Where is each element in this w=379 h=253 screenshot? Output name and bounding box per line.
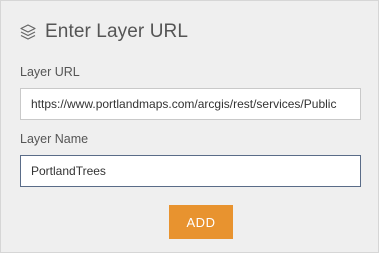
panel-header: Enter Layer URL: [19, 19, 188, 45]
layer-url-label: Layer URL: [20, 65, 80, 79]
layer-url-input[interactable]: [20, 88, 361, 120]
add-button[interactable]: ADD: [169, 205, 233, 239]
layer-name-input[interactable]: [20, 155, 361, 187]
layers-icon: [19, 23, 37, 41]
panel-title: Enter Layer URL: [45, 21, 189, 42]
enter-layer-url-panel: Enter Layer URL Layer URL Layer Name ADD: [0, 0, 379, 253]
layer-name-label: Layer Name: [20, 132, 89, 146]
